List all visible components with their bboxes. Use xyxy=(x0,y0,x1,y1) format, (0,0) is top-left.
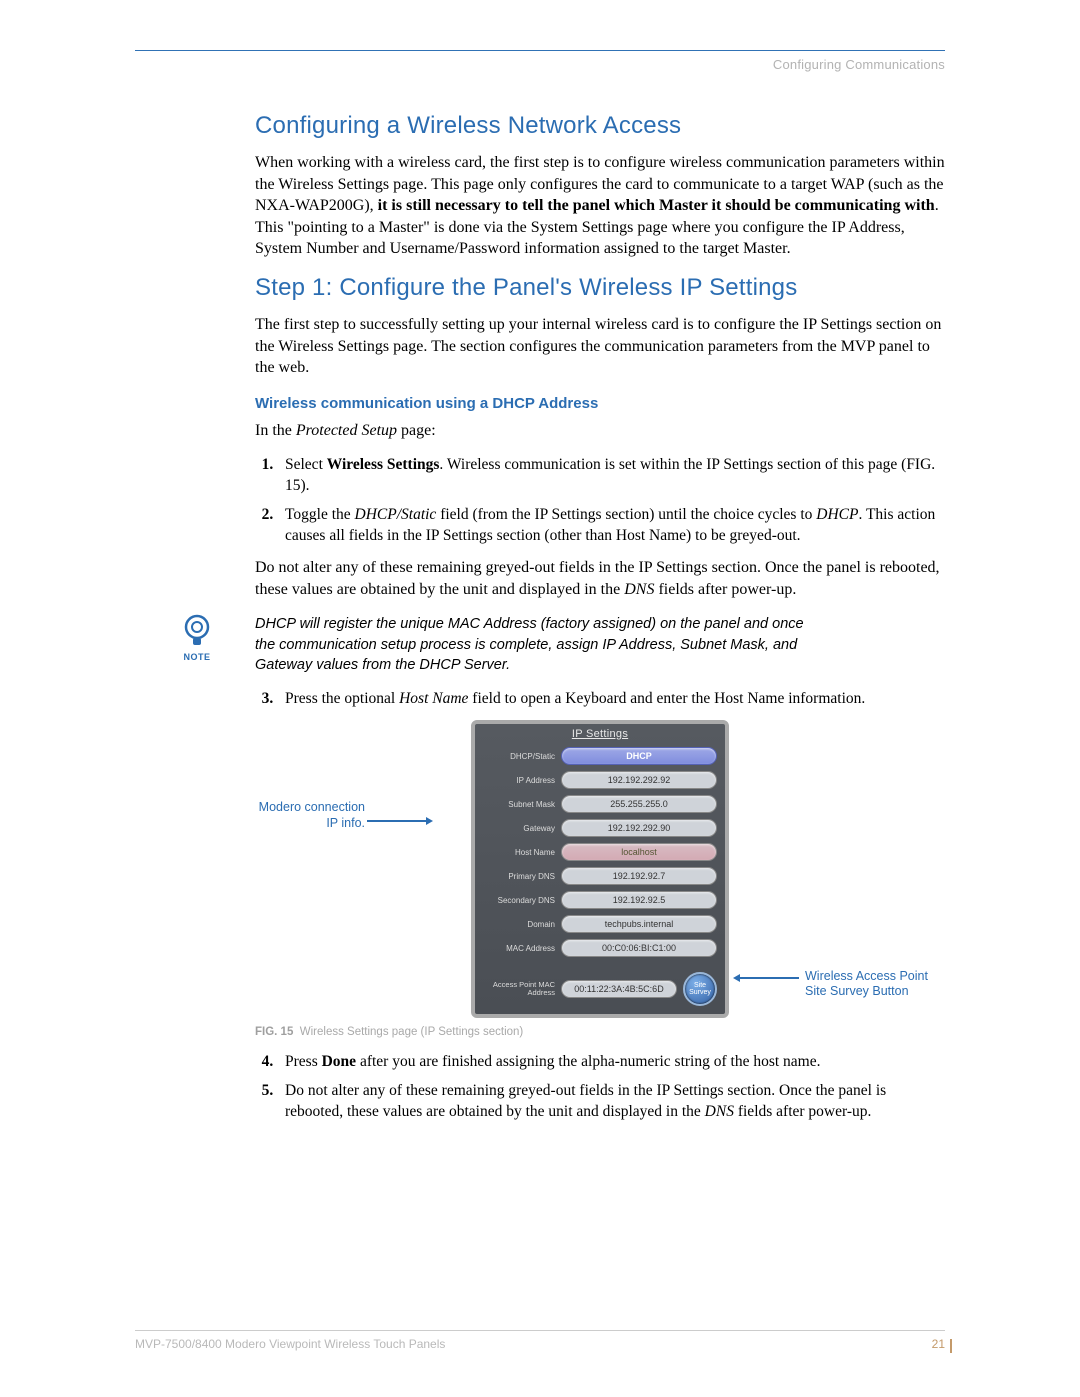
text: Toggle the xyxy=(285,506,355,523)
text: Press the optional xyxy=(285,690,399,707)
arrow-icon xyxy=(367,820,427,822)
figure-label: FIG. 15 xyxy=(255,1026,293,1038)
callout-right: Wireless Access Point Site Survey Button xyxy=(805,969,985,1000)
text-italic: DNS xyxy=(624,581,654,598)
text: after you are finished assigning the alp… xyxy=(356,1053,820,1070)
panel-title: IP Settings xyxy=(475,724,725,746)
field-label: Subnet Mask xyxy=(483,800,555,809)
paragraph: In the Protected Setup page: xyxy=(255,420,945,442)
list-item: Toggle the DHCP/Static field (from the I… xyxy=(281,505,945,547)
footer-product: MVP-7500/8400 Modero Viewpoint Wireless … xyxy=(135,1337,445,1351)
list-item: Select Wireless Settings. Wireless commu… xyxy=(281,455,945,497)
text: fields after power-up. xyxy=(654,581,796,598)
text: fields after power-up. xyxy=(734,1103,871,1120)
settings-row: Secondary DNS 192.192.92.5 xyxy=(475,890,725,910)
callout-text: Wireless Access Point xyxy=(805,969,985,985)
paragraph: The first step to successfully setting u… xyxy=(255,314,945,379)
settings-row: DHCP/Static DHCP xyxy=(475,746,725,766)
footer-rule xyxy=(135,1330,945,1331)
text: In the xyxy=(255,422,296,439)
paragraph: Do not alter any of these remaining grey… xyxy=(255,557,945,600)
ip-settings-panel: IP Settings DHCP/Static DHCP IP Address 192… xyxy=(471,720,729,1018)
text: Select xyxy=(285,456,327,473)
field-label: IP Address xyxy=(483,776,555,785)
arrow-icon xyxy=(739,977,799,979)
field-value[interactable]: 192.192.92.5 xyxy=(561,891,717,909)
field-label: MAC Address xyxy=(483,944,555,953)
field-value[interactable]: techpubs.internal xyxy=(561,915,717,933)
text: field to open a Keyboard and enter the H… xyxy=(468,690,865,707)
settings-row: IP Address 192.192.292.92 xyxy=(475,770,725,790)
note-icon: NOTE xyxy=(175,614,219,662)
text-italic: DHCP xyxy=(816,506,858,523)
field-label: Gateway xyxy=(483,824,555,833)
text: Press xyxy=(285,1053,322,1070)
breadcrumb: Configuring Communications xyxy=(135,57,945,72)
field-label: Secondary DNS xyxy=(483,896,555,905)
step-list-1: Select Wireless Settings. Wireless commu… xyxy=(255,455,945,547)
text-bold: it is still necessary to tell the panel … xyxy=(378,197,935,214)
text: Do not alter any of these remaining grey… xyxy=(255,559,940,598)
field-value[interactable]: 192.192.92.7 xyxy=(561,867,717,885)
paragraph: When working with a wireless card, the f… xyxy=(255,152,945,260)
settings-row: Domain techpubs.internal xyxy=(475,914,725,934)
field-value[interactable]: 255.255.255.0 xyxy=(561,795,717,813)
text: Site xyxy=(694,982,706,989)
text: page: xyxy=(397,422,436,439)
list-item: Press the optional Host Name field to op… xyxy=(281,689,945,710)
ap-mac-field[interactable]: 00:11:22:3A:4B:5C:6D xyxy=(561,980,677,998)
settings-row: MAC Address 00:C0:06:BI:C1:00 xyxy=(475,938,725,958)
field-label: DHCP/Static xyxy=(483,752,555,761)
subsection-title-dhcp: Wireless communication using a DHCP Addr… xyxy=(255,395,945,412)
text-italic: Host Name xyxy=(399,690,468,707)
field-value[interactable]: localhost xyxy=(561,843,717,861)
callout-text: Modero connection IP info. xyxy=(259,800,365,830)
field-label: Access Point MAC Address xyxy=(483,981,555,998)
field-value[interactable]: 192.192.292.90 xyxy=(561,819,717,837)
field-value[interactable]: DHCP xyxy=(561,747,717,765)
text-italic: Protected Setup xyxy=(296,422,397,439)
section-title-configuring: Configuring a Wireless Network Access xyxy=(255,112,945,140)
field-label: Host Name xyxy=(483,848,555,857)
text: field (from the IP Settings section) unt… xyxy=(436,506,816,523)
list-item: Do not alter any of these remaining grey… xyxy=(281,1081,945,1123)
settings-row: Subnet Mask 255.255.255.0 xyxy=(475,794,725,814)
page-number: 21 xyxy=(932,1337,945,1351)
field-value[interactable]: 192.192.292.92 xyxy=(561,771,717,789)
lightbulb-icon xyxy=(182,614,212,650)
note-text: DHCP will register the unique MAC Addres… xyxy=(255,614,815,675)
page-footer: MVP-7500/8400 Modero Viewpoint Wireless … xyxy=(135,1330,945,1351)
note-block: NOTE DHCP will register the unique MAC A… xyxy=(175,614,945,675)
text-italic: DNS xyxy=(705,1103,734,1120)
list-item: Press Done after you are finished assign… xyxy=(281,1052,945,1073)
step-list-2: Press the optional Host Name field to op… xyxy=(255,689,945,710)
settings-row: Primary DNS 192.192.92.7 xyxy=(475,866,725,886)
text-italic: DHCP/Static xyxy=(355,506,437,523)
ap-mac-row: Access Point MAC Address 00:11:22:3A:4B:… xyxy=(475,972,725,1006)
callout-text: Site Survey Button xyxy=(805,984,985,1000)
settings-row: Gateway 192.192.292.90 xyxy=(475,818,725,838)
text-bold: Done xyxy=(322,1053,356,1070)
page-edge-mark xyxy=(950,1339,952,1353)
field-value[interactable]: 00:C0:06:BI:C1:00 xyxy=(561,939,717,957)
section-title-step1: Step 1: Configure the Panel's Wireless I… xyxy=(255,274,945,302)
field-label: Domain xyxy=(483,920,555,929)
callout-left: Modero connection IP info. xyxy=(245,800,365,831)
figure-15: Modero connection IP info. IP Settings D… xyxy=(255,720,945,1018)
site-survey-button[interactable]: Site Survey xyxy=(683,972,717,1006)
note-label: NOTE xyxy=(175,652,219,662)
field-label: Primary DNS xyxy=(483,872,555,881)
settings-row: Host Name localhost xyxy=(475,842,725,862)
step-list-3: Press Done after you are finished assign… xyxy=(255,1052,945,1123)
top-rule xyxy=(135,50,945,51)
figure-caption-text: Wireless Settings page (IP Settings sect… xyxy=(300,1026,524,1038)
figure-caption: FIG. 15 Wireless Settings page (IP Setti… xyxy=(255,1026,945,1038)
text-bold: Wireless Settings xyxy=(327,456,440,473)
text: Survey xyxy=(689,989,711,996)
